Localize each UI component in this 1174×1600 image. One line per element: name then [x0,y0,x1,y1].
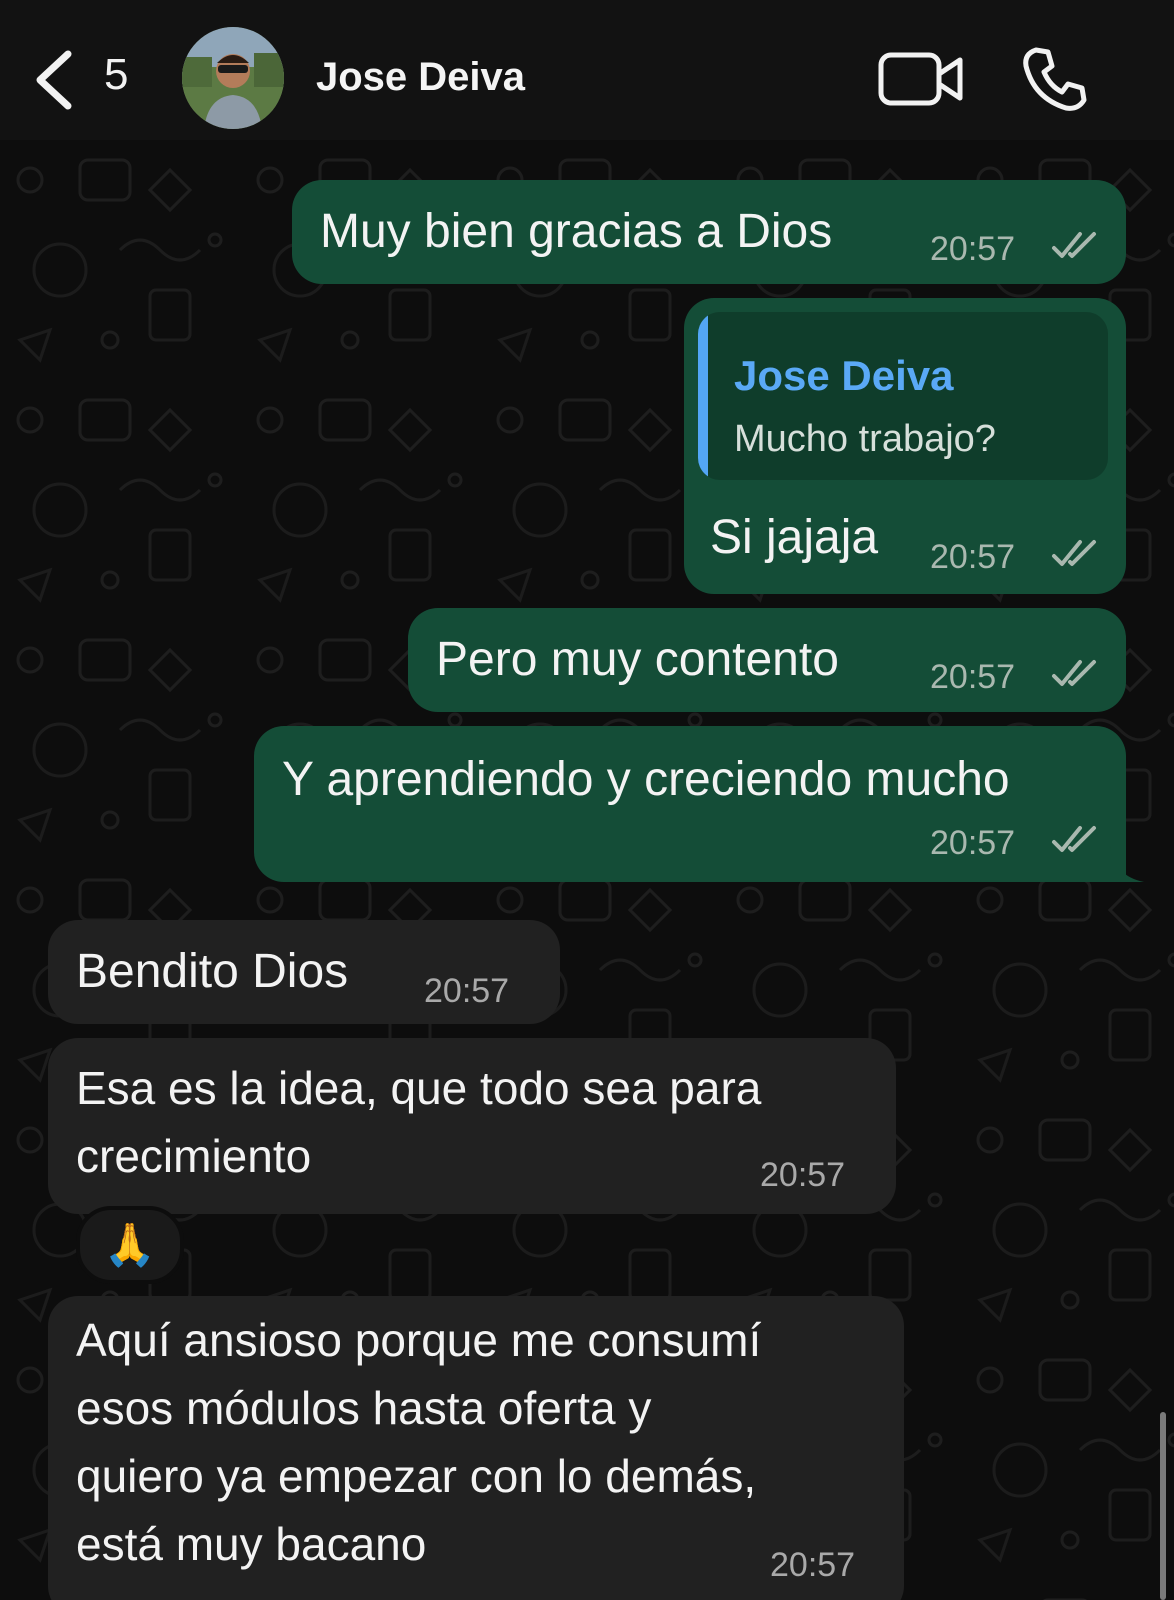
message-bubble-incoming[interactable]: Aquí ansioso porque me consumí esos módu… [48,1296,904,1600]
message-line: quiero ya empezar con lo demás, [76,1450,757,1502]
unread-count[interactable]: 5 [104,50,128,100]
message-line: Aquí ansioso porque me consumí [76,1314,762,1366]
message-line: crecimiento [76,1130,312,1182]
double-check-icon [1052,232,1096,258]
message-bubble-outgoing[interactable]: Muy bien gracias a Dios 20:57 [292,180,1126,284]
message-time: 20:57 [930,658,1016,696]
message-text: Pero muy contento [436,633,839,686]
message-bubble-outgoing[interactable]: Y aprendiendo y creciendo mucho 20:57 [254,726,1126,882]
double-check-icon [1052,660,1096,686]
message-time: 20:57 [930,230,1016,268]
message-line: está muy bacano [76,1518,427,1570]
avatar[interactable] [182,27,284,129]
message-time: 20:57 [930,538,1016,576]
scrollbar[interactable] [1160,1412,1166,1600]
chat-screen: 5 Jose Deiva Muy bien gracias a Dios 20:… [0,0,1174,1600]
chat-header: 5 Jose Deiva [0,0,1174,140]
message-line: esos módulos hasta oferta y [76,1382,652,1434]
message-bubble-outgoing[interactable]: Pero muy contento 20:57 [408,608,1126,712]
double-check-icon [1052,826,1096,852]
message-time: 20:57 [424,972,510,1010]
chevron-left-icon[interactable] [30,48,80,112]
bubble-tail [1110,846,1144,882]
message-text: Muy bien gracias a Dios [320,205,833,258]
message-text: Aquí ansioso porque me consumí esos módu… [76,1306,761,1578]
message-line: Esa es la idea, que todo sea para [76,1062,762,1114]
message-text: Bendito Dios [76,945,349,998]
message-time: 20:57 [930,824,1016,862]
phone-icon[interactable] [1020,44,1090,114]
message-time: 20:57 [770,1546,856,1584]
message-bubble-incoming[interactable]: Bendito Dios 20:57 [48,920,560,1024]
contact-name[interactable]: Jose Deiva [316,55,525,100]
message-text: Y aprendiendo y creciendo mucho [282,753,1010,806]
reaction-badge[interactable]: 🙏 [76,1206,184,1284]
message-text: Esa es la idea, que todo sea para crecim… [76,1054,761,1190]
quote-accent-bar [698,312,708,480]
message-bubble-outgoing[interactable]: Jose Deiva Mucho trabajo? Si jajaja 20:5… [684,298,1126,594]
video-camera-icon[interactable] [878,50,964,108]
message-text: Si jajaja [710,511,879,564]
double-check-icon [1052,540,1096,566]
message-time: 20:57 [760,1156,846,1194]
message-bubble-incoming[interactable]: Esa es la idea, que todo sea para crecim… [48,1038,896,1214]
quoted-message[interactable]: Jose Deiva Mucho trabajo? [698,312,1108,480]
quoted-author: Jose Deiva [734,352,954,399]
quoted-text: Mucho trabajo? [734,418,996,460]
